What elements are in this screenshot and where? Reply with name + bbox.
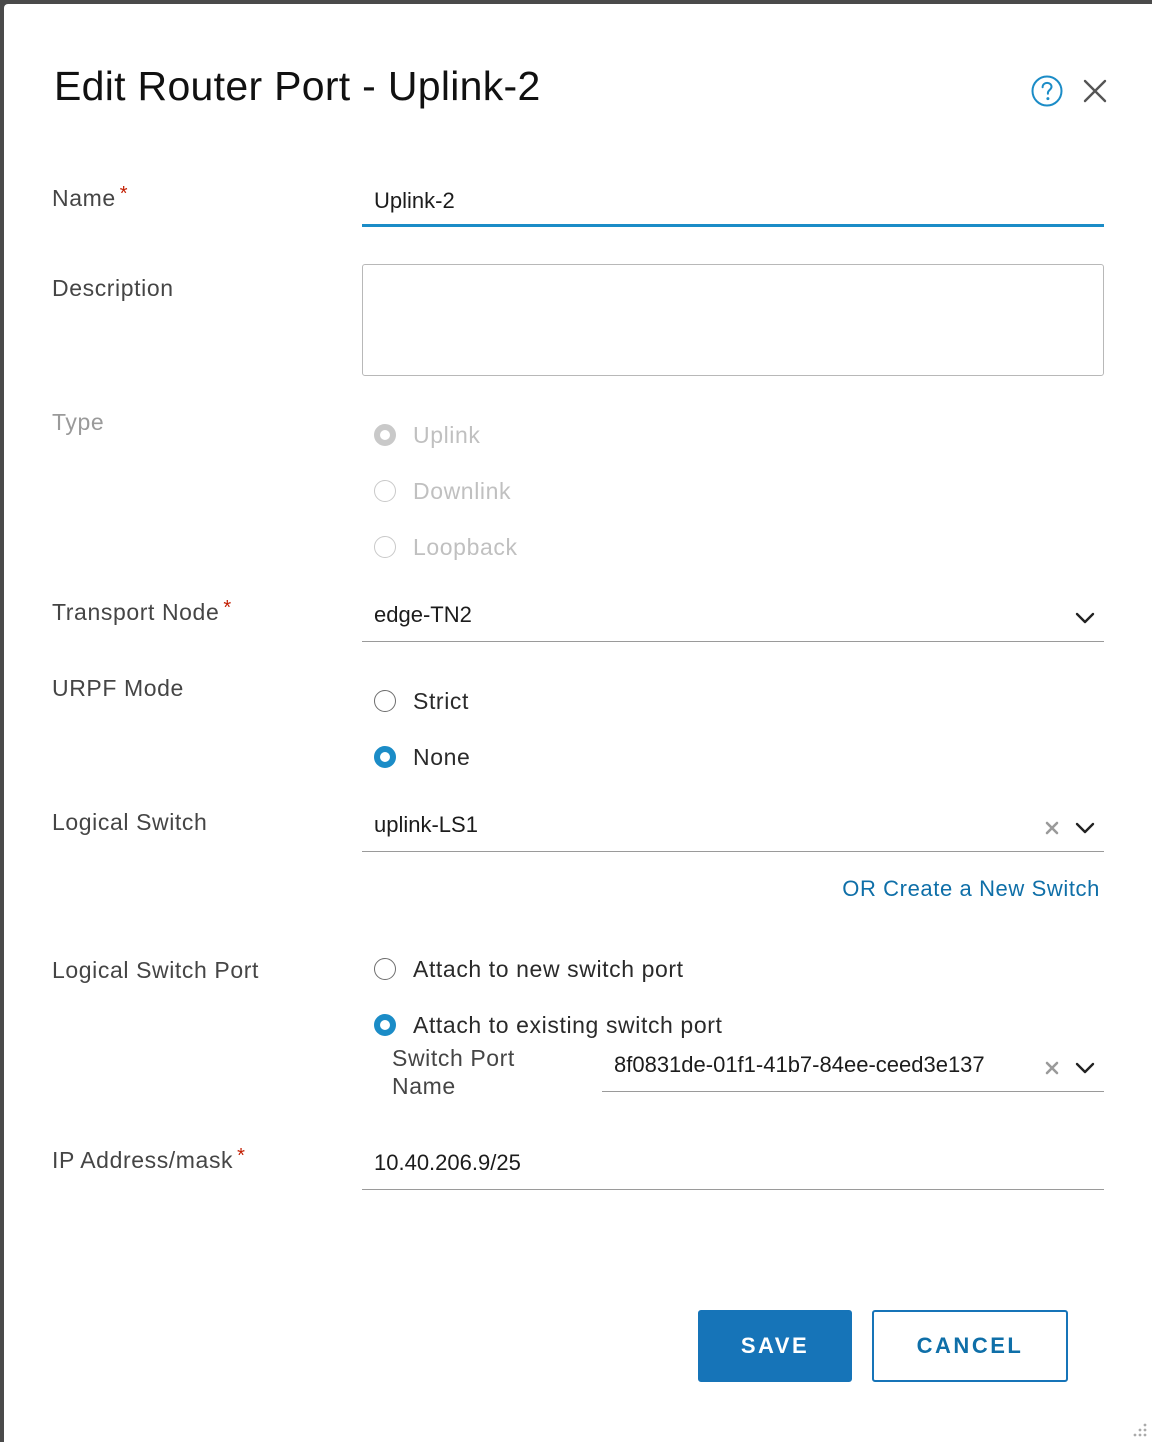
switch-port-option-existing[interactable]: Attach to existing switch port [374, 1010, 722, 1040]
ip-address-input[interactable]: 10.40.206.9/25 [362, 1142, 1104, 1190]
urpf-mode-label: URPF Mode [52, 675, 184, 701]
switch-port-name-select[interactable]: 8f0831de-01f1-41b7-84ee-ceed3e137 [602, 1044, 1104, 1092]
switch-port-name-label: Switch Port Name [392, 1045, 515, 1099]
type-option-downlink: Downlink [374, 476, 511, 506]
type-label: Type [52, 409, 105, 435]
chevron-down-icon[interactable] [1074, 817, 1096, 839]
logical-switch-port-label: Logical Switch Port [52, 957, 259, 983]
type-option-uplink-label: Uplink [413, 421, 481, 448]
required-asterisk: * [237, 1145, 246, 1167]
radio-button[interactable] [374, 1014, 396, 1036]
radio-button [374, 536, 396, 558]
switch-port-option-new-label: Attach to new switch port [413, 955, 684, 982]
transport-node-select[interactable]: edge-TN2 [362, 594, 1104, 642]
urpf-option-strict[interactable]: Strict [374, 686, 469, 716]
type-option-downlink-label: Downlink [413, 477, 512, 504]
transport-node-label-text: Transport Node [52, 599, 220, 625]
switch-port-option-new[interactable]: Attach to new switch port [374, 954, 684, 984]
name-input-value: Uplink-2 [374, 188, 455, 213]
save-button[interactable]: SAVE [698, 1310, 852, 1382]
type-option-loopback: Loopback [374, 532, 518, 562]
create-new-switch-link[interactable]: OR Create a New Switch [842, 876, 1100, 902]
chevron-down-icon[interactable] [1074, 1057, 1096, 1079]
close-x-icon[interactable] [1080, 76, 1110, 106]
chevron-down-icon[interactable] [1074, 607, 1096, 629]
question-circle-icon[interactable] [1030, 74, 1064, 108]
edit-router-port-dialog: Edit Router Port - Uplink-2 Name * Uplink… [4, 4, 1152, 1442]
description-label: Description [52, 275, 174, 301]
description-textarea[interactable] [362, 264, 1104, 376]
resize-grip-icon[interactable] [1130, 1420, 1148, 1438]
switch-port-option-existing-label: Attach to existing switch port [413, 1011, 723, 1038]
type-option-loopback-label: Loopback [413, 533, 518, 560]
radio-button [374, 480, 396, 502]
transport-node-label: Transport Node * [52, 597, 232, 626]
transport-node-select-value: edge-TN2 [374, 602, 472, 627]
name-input[interactable]: Uplink-2 [362, 180, 1104, 227]
ip-address-label: IP Address/mask * [52, 1145, 246, 1174]
logical-switch-select[interactable]: uplink-LS1 [362, 804, 1104, 852]
urpf-option-none-label: None [413, 743, 471, 770]
radio-button[interactable] [374, 746, 396, 768]
urpf-option-strict-label: Strict [413, 687, 469, 714]
urpf-option-none[interactable]: None [374, 742, 470, 772]
name-label: Name * [52, 183, 129, 212]
dialog-title: Edit Router Port - Uplink-2 [54, 63, 541, 109]
logical-switch-select-value: uplink-LS1 [374, 812, 478, 837]
clear-selection-icon[interactable] [1044, 820, 1060, 836]
name-label-text: Name [52, 185, 116, 211]
switch-port-name-select-value: 8f0831de-01f1-41b7-84ee-ceed3e137 [614, 1052, 985, 1077]
cancel-button[interactable]: CANCEL [872, 1310, 1068, 1382]
required-asterisk: * [223, 597, 232, 619]
radio-button[interactable] [374, 690, 396, 712]
required-asterisk: * [119, 183, 129, 205]
type-option-uplink: Uplink [374, 420, 481, 450]
logical-switch-label: Logical Switch [52, 809, 208, 835]
radio-button[interactable] [374, 958, 396, 980]
radio-button [374, 424, 396, 446]
clear-selection-icon[interactable] [1044, 1060, 1060, 1076]
ip-address-label-text: IP Address/mask [52, 1147, 234, 1173]
ip-address-input-value: 10.40.206.9/25 [374, 1150, 521, 1175]
